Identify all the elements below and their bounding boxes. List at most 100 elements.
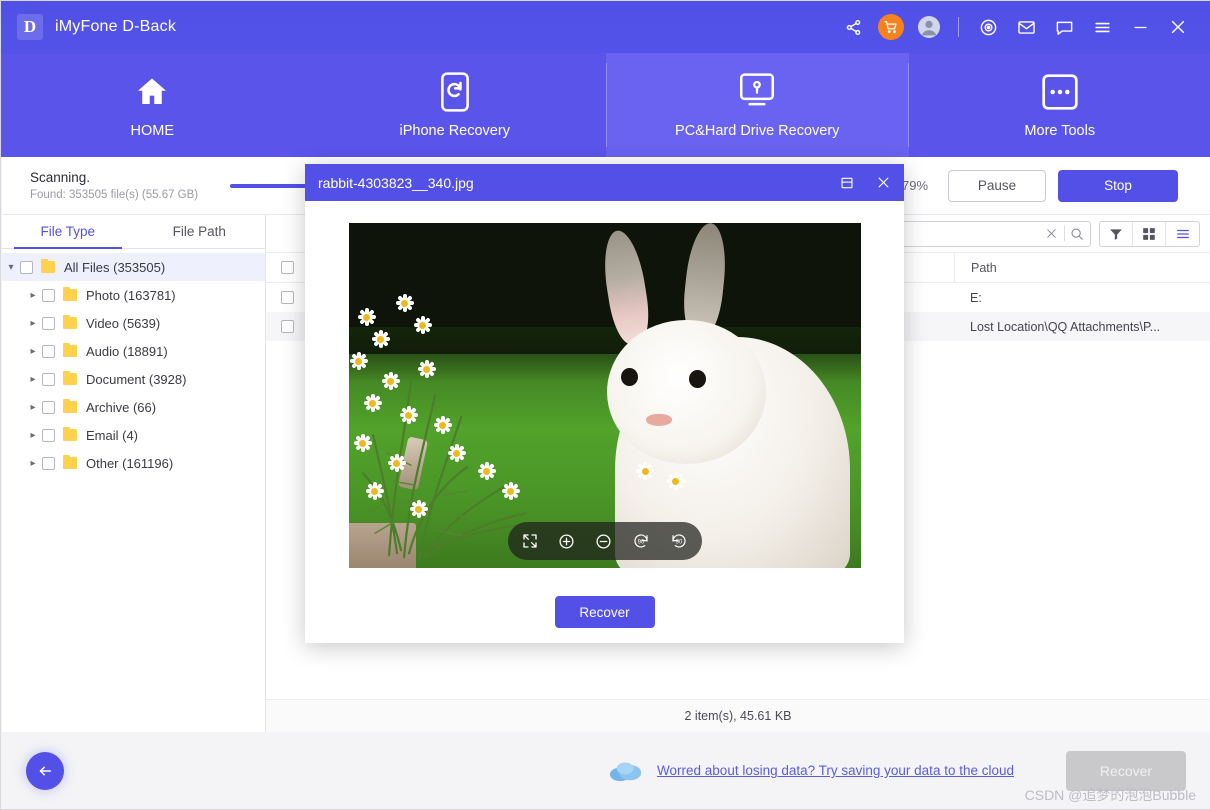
fullscreen-icon[interactable] xyxy=(522,533,538,549)
nav-item-home[interactable]: HOME xyxy=(1,53,304,157)
tree-item-other[interactable]: ▸ Other (161196) xyxy=(2,449,265,477)
nav-label-iphone-recovery: iPhone Recovery xyxy=(400,123,510,139)
row-checkbox[interactable] xyxy=(281,291,294,304)
share-icon[interactable] xyxy=(834,8,872,46)
left-panel: File Type File Path ▾ All Files (353505)… xyxy=(2,215,266,732)
title-bar-actions xyxy=(834,8,1210,46)
row-path-cell: Lost Location\QQ Attachments\P... xyxy=(954,312,1210,341)
more-dots-icon xyxy=(1042,72,1078,112)
app-logo: D xyxy=(17,14,43,40)
chevron-right-icon[interactable]: ▸ xyxy=(24,290,42,301)
minimize-button[interactable] xyxy=(1121,8,1159,46)
folder-icon xyxy=(63,289,77,301)
mail-icon[interactable] xyxy=(1007,8,1045,46)
chevron-down-icon[interactable]: ▾ xyxy=(2,262,20,273)
tree-checkbox[interactable] xyxy=(42,317,55,330)
tree-item-document[interactable]: ▸ Document (3928) xyxy=(2,365,265,393)
tree-checkbox[interactable] xyxy=(20,261,33,274)
tree-item-archive[interactable]: ▸ Archive (66) xyxy=(2,393,265,421)
tree-item-label: Photo (163781) xyxy=(86,288,176,303)
tree-checkbox[interactable] xyxy=(42,289,55,302)
tree-checkbox[interactable] xyxy=(42,401,55,414)
account-avatar-icon[interactable] xyxy=(910,8,948,46)
row-checkbox[interactable] xyxy=(281,320,294,333)
view-button-group xyxy=(1099,221,1200,247)
watermark-text: CSDN @追梦的泡泡Bubble xyxy=(1025,785,1196,805)
search-icon[interactable] xyxy=(1065,227,1090,241)
tab-file-path[interactable]: File Path xyxy=(134,215,266,248)
chevron-right-icon[interactable]: ▸ xyxy=(24,346,42,357)
tree-checkbox[interactable] xyxy=(42,345,55,358)
file-type-tree: ▾ All Files (353505) ▸ Photo (163781) ▸ … xyxy=(2,249,265,477)
toolbar-divider xyxy=(958,17,959,37)
dialog-recover-button[interactable]: Recover xyxy=(555,596,655,628)
svg-text:90: 90 xyxy=(637,540,644,546)
tree-item-email[interactable]: ▸ Email (4) xyxy=(2,421,265,449)
tree-item-audio[interactable]: ▸ Audio (18891) xyxy=(2,337,265,365)
dialog-body: 90 90 Recover xyxy=(305,201,904,628)
chevron-right-icon[interactable]: ▸ xyxy=(24,318,42,329)
tree-item-label: Video (5639) xyxy=(86,316,160,331)
nav-item-pc-hard-drive-recovery[interactable]: PC&Hard Drive Recovery xyxy=(606,53,909,157)
list-view-icon[interactable] xyxy=(1166,222,1199,246)
pause-button[interactable]: Pause xyxy=(948,170,1046,202)
stop-button[interactable]: Stop xyxy=(1058,170,1178,202)
row-checkbox-cell xyxy=(266,291,308,304)
target-icon[interactable] xyxy=(969,8,1007,46)
app-title: iMyFone D-Back xyxy=(55,18,176,36)
nav-item-iphone-recovery[interactable]: iPhone Recovery xyxy=(304,53,607,157)
nav-label-more-tools: More Tools xyxy=(1024,123,1095,139)
back-button[interactable] xyxy=(26,752,64,790)
cart-icon[interactable] xyxy=(872,8,910,46)
restore-icon[interactable] xyxy=(836,172,858,194)
chevron-right-icon[interactable]: ▸ xyxy=(24,402,42,413)
tab-file-type[interactable]: File Type xyxy=(2,215,134,248)
rotate-right-90-icon[interactable]: 90 xyxy=(670,532,688,550)
column-header-path[interactable]: Path xyxy=(954,253,1210,282)
chevron-right-icon[interactable]: ▸ xyxy=(24,374,42,385)
scan-status-label: Scanning. xyxy=(30,170,230,185)
close-button[interactable] xyxy=(1159,8,1197,46)
scan-found-label: Found: 353505 file(s) (55.67 GB) xyxy=(30,189,230,201)
tree-checkbox[interactable] xyxy=(42,429,55,442)
tree-item-all-files[interactable]: ▾ All Files (353505) xyxy=(2,253,265,281)
chevron-right-icon[interactable]: ▸ xyxy=(24,458,42,469)
tree-item-video[interactable]: ▸ Video (5639) xyxy=(2,309,265,337)
clear-search-icon[interactable] xyxy=(1039,227,1064,240)
cloud-backup-link[interactable]: Worred about losing data? Try saving you… xyxy=(657,763,1014,778)
tree-item-photo[interactable]: ▸ Photo (163781) xyxy=(2,281,265,309)
preview-image: 90 90 xyxy=(349,223,861,568)
tree-item-label: Audio (18891) xyxy=(86,344,168,359)
scan-text-group: Scanning. Found: 353505 file(s) (55.67 G… xyxy=(30,170,230,201)
filter-icon[interactable] xyxy=(1100,222,1133,246)
zoom-out-icon[interactable] xyxy=(595,533,612,550)
select-all-checkbox[interactable] xyxy=(281,261,294,274)
nav-label-home: HOME xyxy=(131,123,175,139)
folder-icon xyxy=(63,345,77,357)
scan-percent-label: 79% xyxy=(902,178,948,193)
folder-icon xyxy=(63,457,77,469)
rotate-left-90-icon[interactable]: 90 xyxy=(632,532,650,550)
folder-icon xyxy=(63,429,77,441)
chevron-right-icon[interactable]: ▸ xyxy=(24,430,42,441)
folder-icon xyxy=(41,261,55,273)
monitor-recovery-icon xyxy=(736,72,778,112)
close-icon[interactable] xyxy=(872,172,894,194)
menu-icon[interactable] xyxy=(1083,8,1121,46)
folder-icon xyxy=(63,373,77,385)
rabbit-head xyxy=(607,320,766,465)
zoom-in-icon[interactable] xyxy=(558,533,575,550)
tree-checkbox[interactable] xyxy=(42,457,55,470)
nav-item-more-tools[interactable]: More Tools xyxy=(909,53,1210,157)
tree-checkbox[interactable] xyxy=(42,373,55,386)
home-icon xyxy=(131,72,173,112)
title-bar: D iMyFone D-Back xyxy=(1,1,1210,53)
chat-icon[interactable] xyxy=(1045,8,1083,46)
tree-item-label: Document (3928) xyxy=(86,372,186,387)
row-checkbox-cell xyxy=(266,320,308,333)
grid-view-icon[interactable] xyxy=(1133,222,1166,246)
bottom-bar: Worred about losing data? Try saving you… xyxy=(2,732,1210,809)
nav-label-pc-hard-drive-recovery: PC&Hard Drive Recovery xyxy=(675,123,839,139)
folder-icon xyxy=(63,401,77,413)
image-viewer-toolbar: 90 90 xyxy=(508,522,702,560)
